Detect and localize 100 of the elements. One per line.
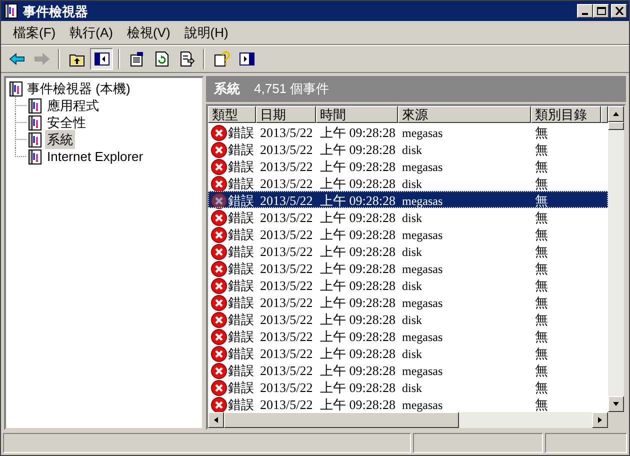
error-icon [211, 244, 227, 260]
event-row[interactable]: 錯誤 2013/5/22 上午 09:28:28 disk 無 [208, 242, 608, 259]
window-title: 事件檢視器 [23, 4, 88, 18]
table-cell-text: 上午 09:28:28 [319, 294, 396, 312]
table-cell-text: megasas [401, 260, 444, 278]
maximize-icon [596, 7, 606, 15]
event-row[interactable]: 錯誤 2013/5/22 上午 09:28:28 disk 無 [208, 208, 608, 225]
right-arrow-icon [597, 416, 603, 424]
error-icon [211, 210, 227, 226]
column-header[interactable]: 日期 [256, 106, 316, 123]
error-icon [211, 124, 227, 141]
table-cell-text: 上午 09:28:28 [319, 396, 396, 412]
maximize-button[interactable] [593, 4, 609, 18]
close-icon [614, 7, 624, 15]
table-cell-text: 上午 09:28:28 [319, 226, 396, 244]
table-cell-text: 無 [534, 243, 549, 261]
scroll-thumb[interactable] [224, 412, 459, 428]
event-row[interactable]: 錯誤 2013/5/22 上午 09:28:28 disk 無 [208, 310, 608, 327]
error-icon [211, 192, 227, 209]
scroll-right-button[interactable] [592, 412, 608, 428]
column-header[interactable]: 類別目錄 [531, 106, 601, 123]
table-cell-text: 上午 09:28:28 [319, 175, 396, 193]
event-row[interactable]: 錯誤 2013/5/22 上午 09:28:28 disk 無 [208, 140, 608, 157]
horizontal-scrollbar[interactable] [208, 412, 608, 428]
event-row[interactable]: 錯誤 2013/5/22 上午 09:28:28 disk 無 [208, 344, 608, 361]
scroll-left-button[interactable] [208, 412, 224, 428]
table-cell-text: 2013/5/22 [259, 124, 314, 142]
minimize-button[interactable] [577, 4, 593, 18]
table-cell-text: 2013/5/22 [259, 277, 314, 295]
table-cell-text: disk [401, 312, 424, 329]
table-cell-text: 2013/5/22 [259, 396, 314, 412]
close-button[interactable] [611, 4, 627, 18]
table-cell-text: 錯誤 [228, 124, 254, 142]
table-cell-text: disk [401, 244, 424, 261]
table-cell-text: 無 [534, 124, 549, 142]
table-cell-text: 上午 09:28:28 [319, 243, 396, 261]
event-row[interactable]: 錯誤 2013/5/22 上午 09:28:28 megasas 無 [208, 191, 608, 208]
vertical-scrollbar[interactable] [608, 106, 624, 412]
table-cell-text: 無 [534, 396, 549, 412]
scroll-thumb[interactable] [608, 122, 624, 130]
panel-title: 系統 [214, 80, 240, 98]
column-header[interactable]: 時間 [316, 106, 398, 123]
error-icon [211, 312, 227, 328]
table-cell-text: 2013/5/22 [259, 158, 314, 176]
up-arrow-icon [612, 111, 620, 117]
table-cell-text: disk [401, 210, 424, 227]
tree-item[interactable]: 系統 [45, 130, 75, 150]
left-arrow-icon [213, 416, 219, 424]
table-cell-text: megasas [401, 226, 444, 244]
menu-item[interactable]: 檢視(V) [120, 22, 176, 42]
column-header[interactable]: 來源 [398, 106, 531, 123]
column-header[interactable]: 類型 [208, 106, 256, 123]
tree-item[interactable]: 事件檢視器 (本機) [8, 80, 200, 97]
table-cell-text: 上午 09:28:28 [319, 345, 396, 363]
table-cell-text: megasas [401, 328, 444, 346]
event-row[interactable]: 錯誤 2013/5/22 上午 09:28:28 megasas 無 [208, 395, 608, 412]
down-arrow-icon [612, 401, 620, 407]
table-cell-text: megasas [401, 158, 444, 176]
table-cell-text: 2013/5/22 [259, 294, 314, 312]
event-row[interactable]: 錯誤 2013/5/22 上午 09:28:28 megasas 無 [208, 157, 608, 174]
table-cell-text: 上午 09:28:28 [319, 311, 396, 329]
tree-item[interactable]: 安全性 [45, 112, 88, 132]
error-icon [211, 346, 227, 362]
table-cell-text: 無 [534, 158, 549, 176]
menu-item[interactable]: 執行(A) [64, 22, 119, 42]
table-cell-text: 2013/5/22 [259, 226, 314, 244]
event-row[interactable]: 錯誤 2013/5/22 上午 09:28:28 disk 無 [208, 378, 608, 395]
tree-item[interactable]: Internet Explorer [45, 146, 146, 166]
menu-item[interactable]: 說明(H) [178, 22, 234, 42]
event-row[interactable]: 錯誤 2013/5/22 上午 09:28:28 megasas 無 [208, 361, 608, 378]
table-cell-text: 上午 09:28:28 [319, 328, 396, 346]
toolbar-button[interactable] [90, 48, 113, 70]
tree-connector [15, 97, 27, 114]
table-cell-text: 上午 09:28:28 [319, 277, 396, 295]
table-cell-text: 2013/5/22 [259, 379, 314, 397]
back-arrow-icon [8, 51, 24, 67]
tree-item[interactable]: 應用程式 [45, 96, 101, 116]
event-row[interactable]: 錯誤 2013/5/22 上午 09:28:28 megasas 無 [208, 123, 608, 140]
event-row[interactable]: 錯誤 2013/5/22 上午 09:28:28 megasas 無 [208, 259, 608, 276]
table-cell-text: 2013/5/22 [259, 328, 314, 346]
table-cell-text: megasas [401, 362, 444, 380]
table-cell-text: megasas [401, 192, 444, 210]
event-row[interactable]: 錯誤 2013/5/22 上午 09:28:28 disk 無 [208, 174, 608, 191]
event-row[interactable]: 錯誤 2013/5/22 上午 09:28:28 megasas 無 [208, 225, 608, 242]
table-cell-text: 無 [534, 175, 549, 193]
table-cell-text: 2013/5/22 [259, 243, 314, 261]
table-cell-text: 錯誤 [228, 260, 254, 278]
error-icon [211, 142, 227, 158]
table-cell-text: 無 [534, 260, 549, 278]
table-cell-text: 錯誤 [228, 311, 254, 329]
event-row[interactable]: 錯誤 2013/5/22 上午 09:28:28 disk 無 [208, 276, 608, 293]
event-row[interactable]: 錯誤 2013/5/22 上午 09:28:28 megasas 無 [208, 293, 608, 310]
scroll-up-button[interactable] [608, 106, 624, 122]
table-cell-text: disk [401, 176, 424, 193]
table-cell-text: 錯誤 [228, 277, 254, 295]
error-icon [211, 380, 227, 396]
scroll-down-button[interactable] [608, 396, 624, 412]
table-cell-text: 錯誤 [228, 209, 254, 227]
event-row[interactable]: 錯誤 2013/5/22 上午 09:28:28 megasas 無 [208, 327, 608, 344]
menu-item[interactable]: 檔案(F) [7, 22, 62, 42]
